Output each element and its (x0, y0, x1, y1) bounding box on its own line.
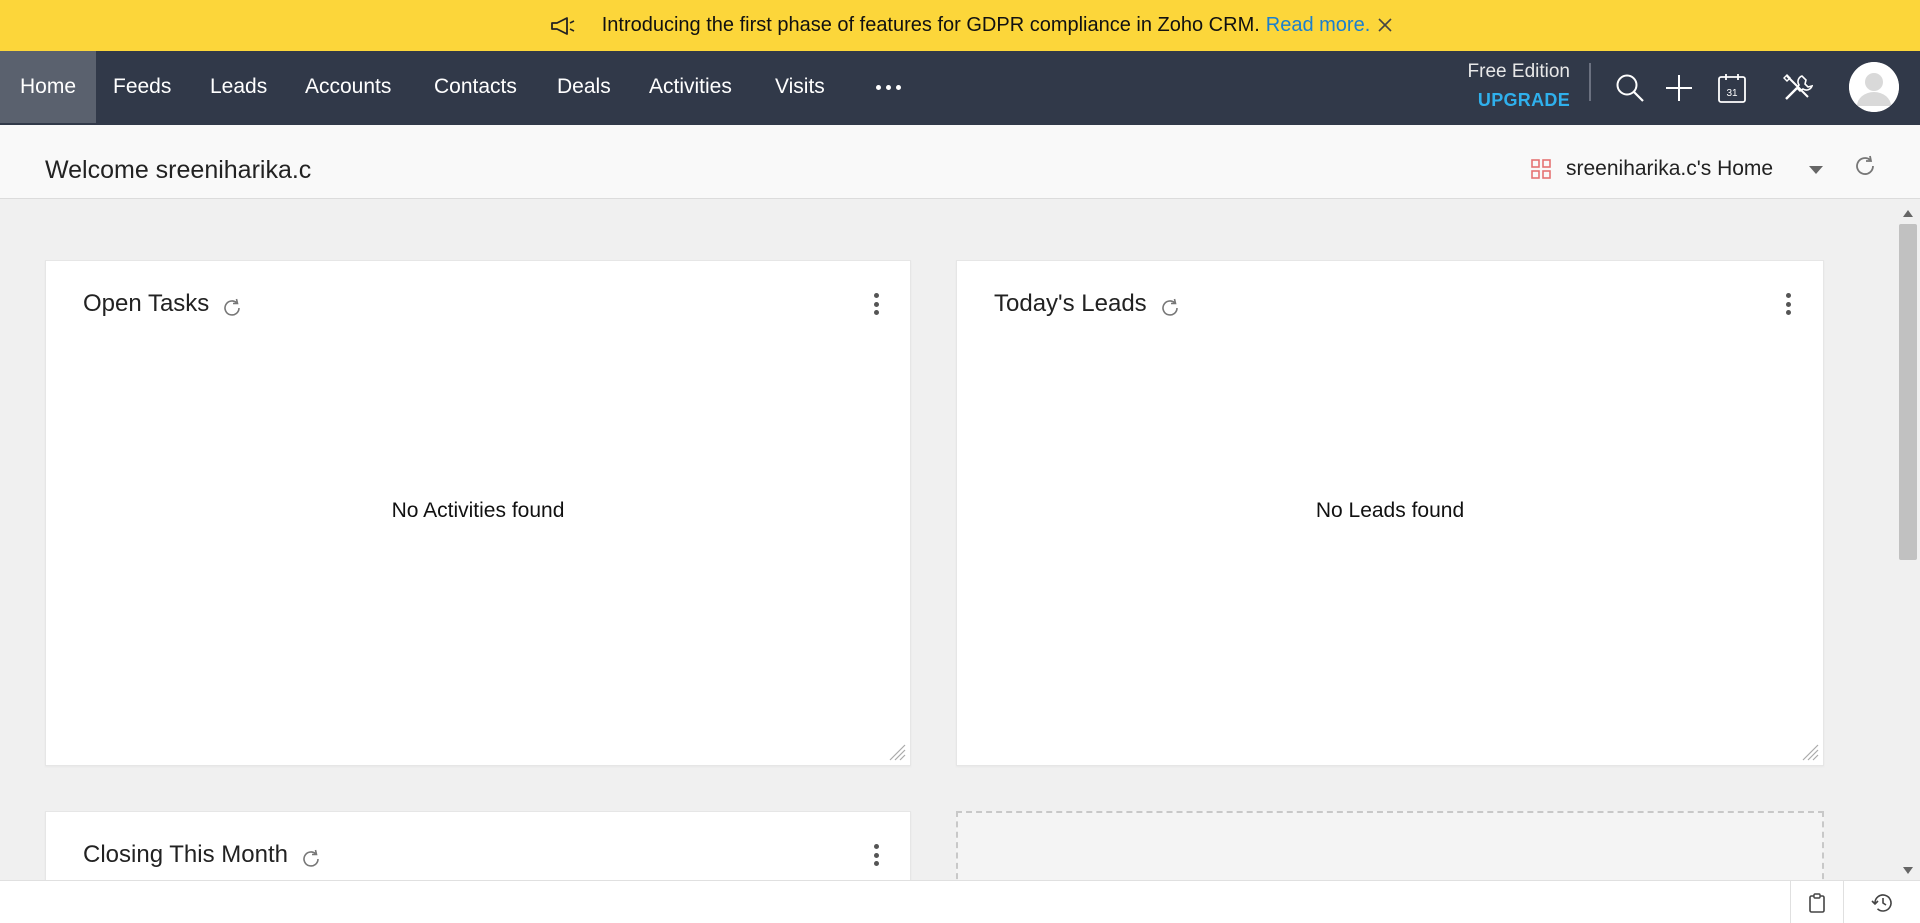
tab-visits[interactable]: Visits (775, 51, 825, 123)
scroll-down-icon[interactable] (1903, 867, 1913, 874)
avatar[interactable] (1849, 62, 1899, 112)
page-title: Welcome sreeniharika.c (45, 156, 312, 184)
close-icon[interactable] (1376, 16, 1394, 34)
widget-todays-leads: Today's Leads No Leads found (956, 260, 1824, 766)
more-vertical-icon[interactable] (1778, 291, 1798, 317)
scrollbar-thumb[interactable] (1899, 224, 1917, 560)
search-icon[interactable] (1613, 71, 1647, 105)
refresh-icon[interactable] (221, 297, 243, 319)
widget-open-tasks: Open Tasks No Activities found (45, 260, 911, 766)
nav-divider (1589, 63, 1591, 101)
setup-tools-icon[interactable] (1780, 71, 1814, 105)
home-view-label: sreeniharika.c's Home (1566, 157, 1774, 180)
bottom-bar (0, 880, 1920, 923)
empty-state-text: No Activities found (391, 499, 565, 522)
resize-handle-icon[interactable] (1801, 743, 1819, 761)
resize-handle-icon[interactable] (888, 743, 906, 761)
empty-state-text: No Leads found (1315, 499, 1465, 522)
tab-deals[interactable]: Deals (557, 51, 611, 123)
plus-icon[interactable] (1662, 71, 1696, 105)
refresh-icon[interactable] (1853, 154, 1877, 178)
tab-home[interactable]: Home (0, 51, 96, 123)
widget-title-text: Open Tasks (83, 290, 210, 317)
clipboard-icon[interactable] (1790, 881, 1842, 923)
more-vertical-icon[interactable] (866, 291, 886, 317)
banner-message: Introducing the first phase of features … (601, 14, 1260, 36)
refresh-icon[interactable] (300, 848, 322, 870)
widget-title-text: Today's Leads (994, 290, 1147, 317)
chevron-down-icon[interactable] (1808, 163, 1824, 175)
widget-title-text: Closing This Month (83, 841, 288, 868)
top-navigation: Home Feeds Leads Accounts Contacts Deals… (0, 51, 1920, 125)
tab-contacts[interactable]: Contacts (434, 51, 517, 123)
tab-accounts[interactable]: Accounts (305, 51, 391, 123)
more-vertical-icon[interactable] (866, 842, 886, 868)
home-view-selector[interactable]: sreeniharika.c's Home (1530, 153, 1773, 185)
widget-title: Today's Leads (994, 289, 1181, 319)
widget-title: Open Tasks (83, 289, 243, 319)
more-horizontal-icon[interactable] (876, 74, 901, 100)
grid-icon (1530, 158, 1552, 180)
vertical-scrollbar[interactable] (1896, 204, 1920, 880)
megaphone-icon (550, 15, 578, 37)
announcement-banner: Introducing the first phase of features … (0, 0, 1920, 51)
welcome-header: Welcome sreeniharika.c sreeniharika.c's … (0, 125, 1920, 199)
tab-activities[interactable]: Activities (649, 51, 732, 123)
refresh-icon[interactable] (1159, 297, 1181, 319)
read-more-link[interactable]: Read more. (1266, 14, 1371, 37)
scroll-up-icon[interactable] (1903, 210, 1913, 217)
widget-title: Closing This Month (83, 840, 322, 870)
edition-info: Free Edition UPGRADE (1430, 59, 1570, 115)
edition-label: Free Edition (1467, 61, 1570, 82)
history-icon[interactable] (1843, 881, 1920, 923)
upgrade-link[interactable]: UPGRADE (1430, 85, 1570, 115)
calendar-icon[interactable]: 31 (1715, 71, 1749, 105)
tab-leads[interactable]: Leads (210, 51, 267, 123)
tab-feeds[interactable]: Feeds (113, 51, 171, 123)
svg-text:31: 31 (1726, 88, 1738, 99)
